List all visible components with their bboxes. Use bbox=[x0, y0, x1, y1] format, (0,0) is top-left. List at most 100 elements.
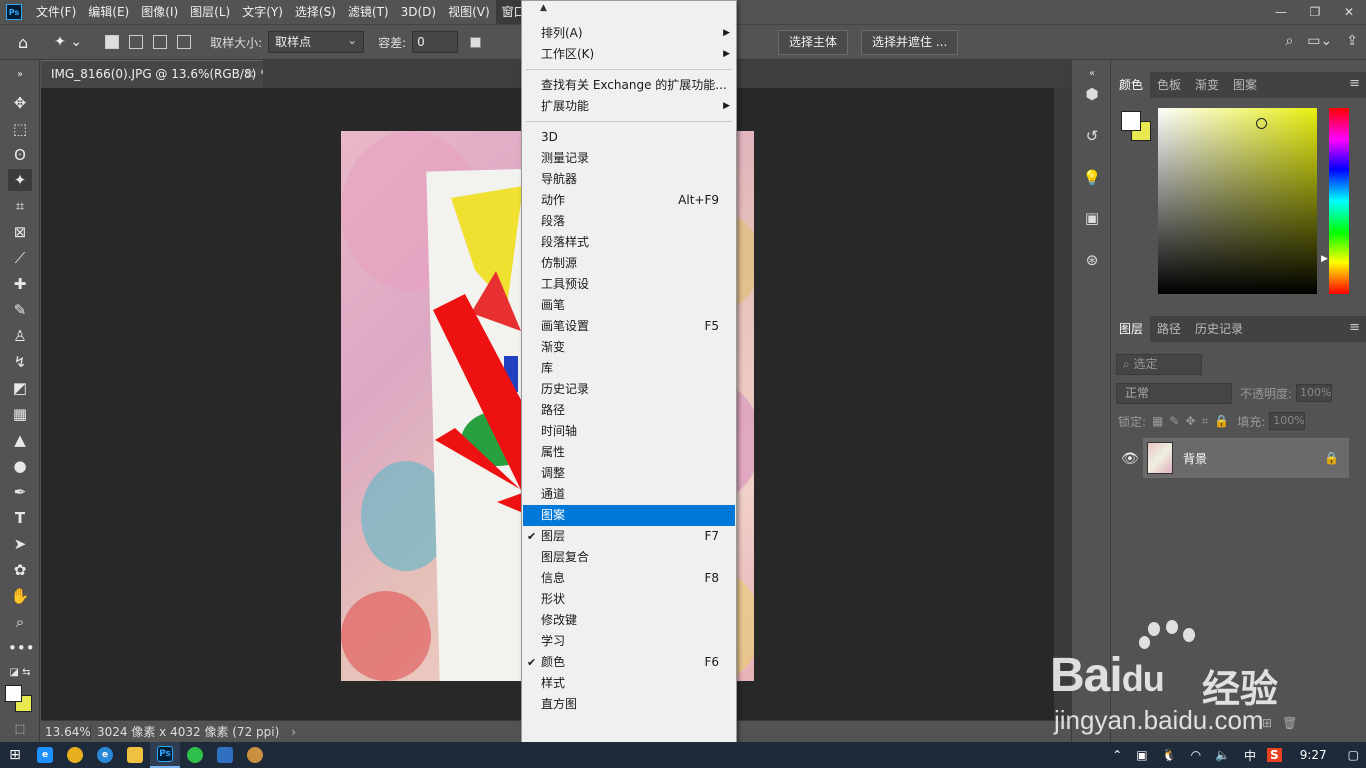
add-selection-icon[interactable] bbox=[129, 35, 144, 49]
window-menu-item[interactable]: ✔ 颜色 F6 bbox=[523, 652, 735, 673]
layer-filter-select[interactable]: ⌕ 选定 bbox=[1116, 354, 1202, 375]
magic-wand-preset-icon[interactable]: ✦ ⌄ bbox=[54, 34, 82, 50]
window-menu-item[interactable]: 扩展功能 ▶ bbox=[523, 96, 735, 117]
taskbar-app8[interactable] bbox=[240, 742, 270, 768]
taskbar-app7[interactable] bbox=[210, 742, 240, 768]
menu-3d[interactable]: 3D(D) bbox=[395, 0, 442, 24]
workspace-icon[interactable]: ▭⌄ bbox=[1307, 33, 1332, 49]
window-menu-item[interactable]: ✔ 图层 F7 bbox=[523, 526, 735, 547]
menu-image[interactable]: 图像(I) bbox=[135, 0, 184, 24]
sample-size-select[interactable]: 取样点 bbox=[268, 30, 365, 53]
share-icon[interactable]: ⇪ bbox=[1346, 33, 1358, 49]
taskbar-ie[interactable]: e bbox=[30, 742, 60, 768]
window-menu-item[interactable]: 学习 bbox=[523, 631, 735, 652]
taskbar-wechat[interactable] bbox=[180, 742, 210, 768]
lasso-tool-icon[interactable]: ʘ bbox=[8, 144, 32, 166]
tab-paths[interactable]: 路径 bbox=[1150, 316, 1188, 342]
window-menu-item[interactable]: 3D bbox=[523, 127, 735, 148]
menu-file[interactable]: 文件(F) bbox=[30, 0, 82, 24]
window-menu-item[interactable]: 形状 bbox=[523, 589, 735, 610]
library-panel-icon[interactable]: ▣ bbox=[1080, 206, 1104, 230]
menu-filter[interactable]: 滤镜(T) bbox=[342, 0, 395, 24]
tab-color[interactable]: 颜色 bbox=[1112, 72, 1151, 98]
window-menu-item[interactable]: 样式 bbox=[523, 673, 735, 694]
window-menu-item[interactable]: 画笔 bbox=[523, 295, 735, 316]
tab-layers[interactable]: 图层 bbox=[1112, 316, 1151, 342]
type-tool-icon[interactable]: T bbox=[8, 507, 32, 529]
layer-row-background[interactable]: 背景 🔒 bbox=[1143, 438, 1349, 478]
window-menu-item[interactable]: 测量记录 bbox=[523, 148, 735, 169]
home-icon[interactable]: ⌂ bbox=[18, 33, 28, 52]
move-tool-icon[interactable]: ✥ bbox=[8, 92, 32, 114]
panel-foreground-swatch[interactable] bbox=[1121, 111, 1141, 131]
window-menu-item[interactable]: 导航器 bbox=[523, 169, 735, 190]
window-menu-item[interactable]: 历史记录 bbox=[523, 379, 735, 400]
tab-patterns[interactable]: 图案 bbox=[1226, 72, 1264, 98]
minimize-button[interactable]: — bbox=[1264, 0, 1298, 24]
anti-alias-checkbox[interactable] bbox=[470, 36, 482, 48]
restore-button[interactable]: ❐ bbox=[1298, 0, 1332, 24]
frame-tool-icon[interactable]: ⊠ bbox=[8, 221, 32, 243]
gradient-tool-icon[interactable]: ▦ bbox=[8, 403, 32, 425]
window-menu-item[interactable]: 工作区(K) ▶ bbox=[523, 44, 735, 65]
collapse-icon[interactable]: » bbox=[8, 64, 32, 86]
search-icon[interactable]: ⌕ bbox=[1285, 33, 1293, 49]
window-menu-item[interactable]: 排列(A) ▶ bbox=[523, 23, 735, 44]
window-menu-item[interactable]: 调整 bbox=[523, 463, 735, 484]
taskbar-chrome[interactable] bbox=[60, 742, 90, 768]
eyedropper-tool-icon[interactable]: ⟋ bbox=[8, 247, 32, 269]
panel-menu-icon[interactable]: ≡ bbox=[1349, 76, 1360, 91]
network-icon[interactable]: ▣ bbox=[1129, 748, 1154, 762]
taskbar-explorer[interactable] bbox=[120, 742, 150, 768]
window-menu-item[interactable]: 查找有关 Exchange 的扩展功能... bbox=[523, 75, 735, 96]
window-menu-item[interactable]: 信息 F8 bbox=[523, 568, 735, 589]
history-panel-icon[interactable]: ↺ bbox=[1080, 124, 1104, 148]
window-menu-item[interactable]: 动作 Alt+F9 bbox=[523, 190, 735, 211]
dodge-tool-icon[interactable]: ● bbox=[8, 455, 32, 477]
sogou-icon[interactable]: S bbox=[1267, 748, 1282, 762]
quick-mask-icon[interactable]: ⬚ bbox=[8, 718, 32, 740]
menu-select[interactable]: 选择(S) bbox=[289, 0, 342, 24]
brush-tool-icon[interactable]: ✎ bbox=[8, 299, 32, 321]
more-tools-icon[interactable]: ••• bbox=[8, 637, 35, 659]
lock-icons[interactable]: ▦✎✥⌗🔒 bbox=[1152, 414, 1235, 429]
window-menu-item[interactable]: 渐变 bbox=[523, 337, 735, 358]
volume-icon[interactable]: 🔈 bbox=[1208, 748, 1237, 762]
window-menu-item[interactable]: 路径 bbox=[523, 400, 735, 421]
new-layer-icon[interactable]: ⊞ bbox=[1262, 716, 1272, 730]
hand-tool-icon[interactable]: ✋ bbox=[8, 585, 32, 607]
window-menu-item[interactable]: 段落样式 bbox=[523, 232, 735, 253]
window-menu-item[interactable]: 画笔设置 F5 bbox=[523, 316, 735, 337]
adjustments-panel-icon[interactable]: ⊛ bbox=[1080, 248, 1104, 272]
window-menu-item[interactable]: 工具预设 bbox=[523, 274, 735, 295]
window-menu-item[interactable]: 修改键 bbox=[523, 610, 735, 631]
window-menu-item[interactable]: 段落 bbox=[523, 211, 735, 232]
document-tab[interactable]: IMG_8166(0).JPG @ 13.6%(RGB/8) * × bbox=[41, 60, 266, 88]
intersect-selection-icon[interactable] bbox=[177, 35, 192, 49]
history-brush-icon[interactable]: ↯ bbox=[8, 351, 32, 373]
notification-icon[interactable]: ▢ bbox=[1341, 748, 1366, 762]
subtract-selection-icon[interactable] bbox=[153, 35, 168, 49]
3d-panel-icon[interactable]: ⬢ bbox=[1080, 82, 1104, 106]
zoom-tool-icon[interactable]: ⌕ bbox=[8, 611, 32, 633]
menu-edit[interactable]: 编辑(E) bbox=[82, 0, 135, 24]
layers-menu-icon[interactable]: ≡ bbox=[1349, 320, 1360, 335]
crop-tool-icon[interactable]: ⌗ bbox=[8, 195, 32, 217]
fill-input[interactable]: 100% bbox=[1269, 412, 1306, 430]
select-and-mask-button[interactable]: 选择并遮住 ... bbox=[861, 30, 959, 55]
magic-wand-tool-icon[interactable]: ✦ bbox=[8, 169, 32, 191]
hue-slider[interactable] bbox=[1329, 108, 1349, 294]
tab-gradients[interactable]: 渐变 bbox=[1188, 72, 1226, 98]
qq-icon[interactable]: 🐧 bbox=[1155, 748, 1184, 762]
tolerance-input[interactable]: 0 bbox=[412, 31, 459, 53]
window-menu-item[interactable]: 仿制源 bbox=[523, 253, 735, 274]
tray-expand-icon[interactable]: ⌃ bbox=[1105, 748, 1129, 762]
window-menu-item[interactable]: 时间轴 bbox=[523, 421, 735, 442]
visibility-eye-icon[interactable]: 👁 bbox=[1121, 451, 1139, 467]
taskbar-photoshop[interactable]: Ps bbox=[150, 742, 180, 768]
ime-indicator[interactable]: 中 bbox=[1237, 747, 1263, 764]
hue-slider-handle-icon[interactable]: ▶ bbox=[1321, 254, 1328, 264]
path-selection-icon[interactable]: ➤ bbox=[8, 533, 32, 555]
close-button[interactable]: ✕ bbox=[1332, 0, 1366, 24]
chevron-right-icon[interactable]: › bbox=[291, 725, 296, 739]
